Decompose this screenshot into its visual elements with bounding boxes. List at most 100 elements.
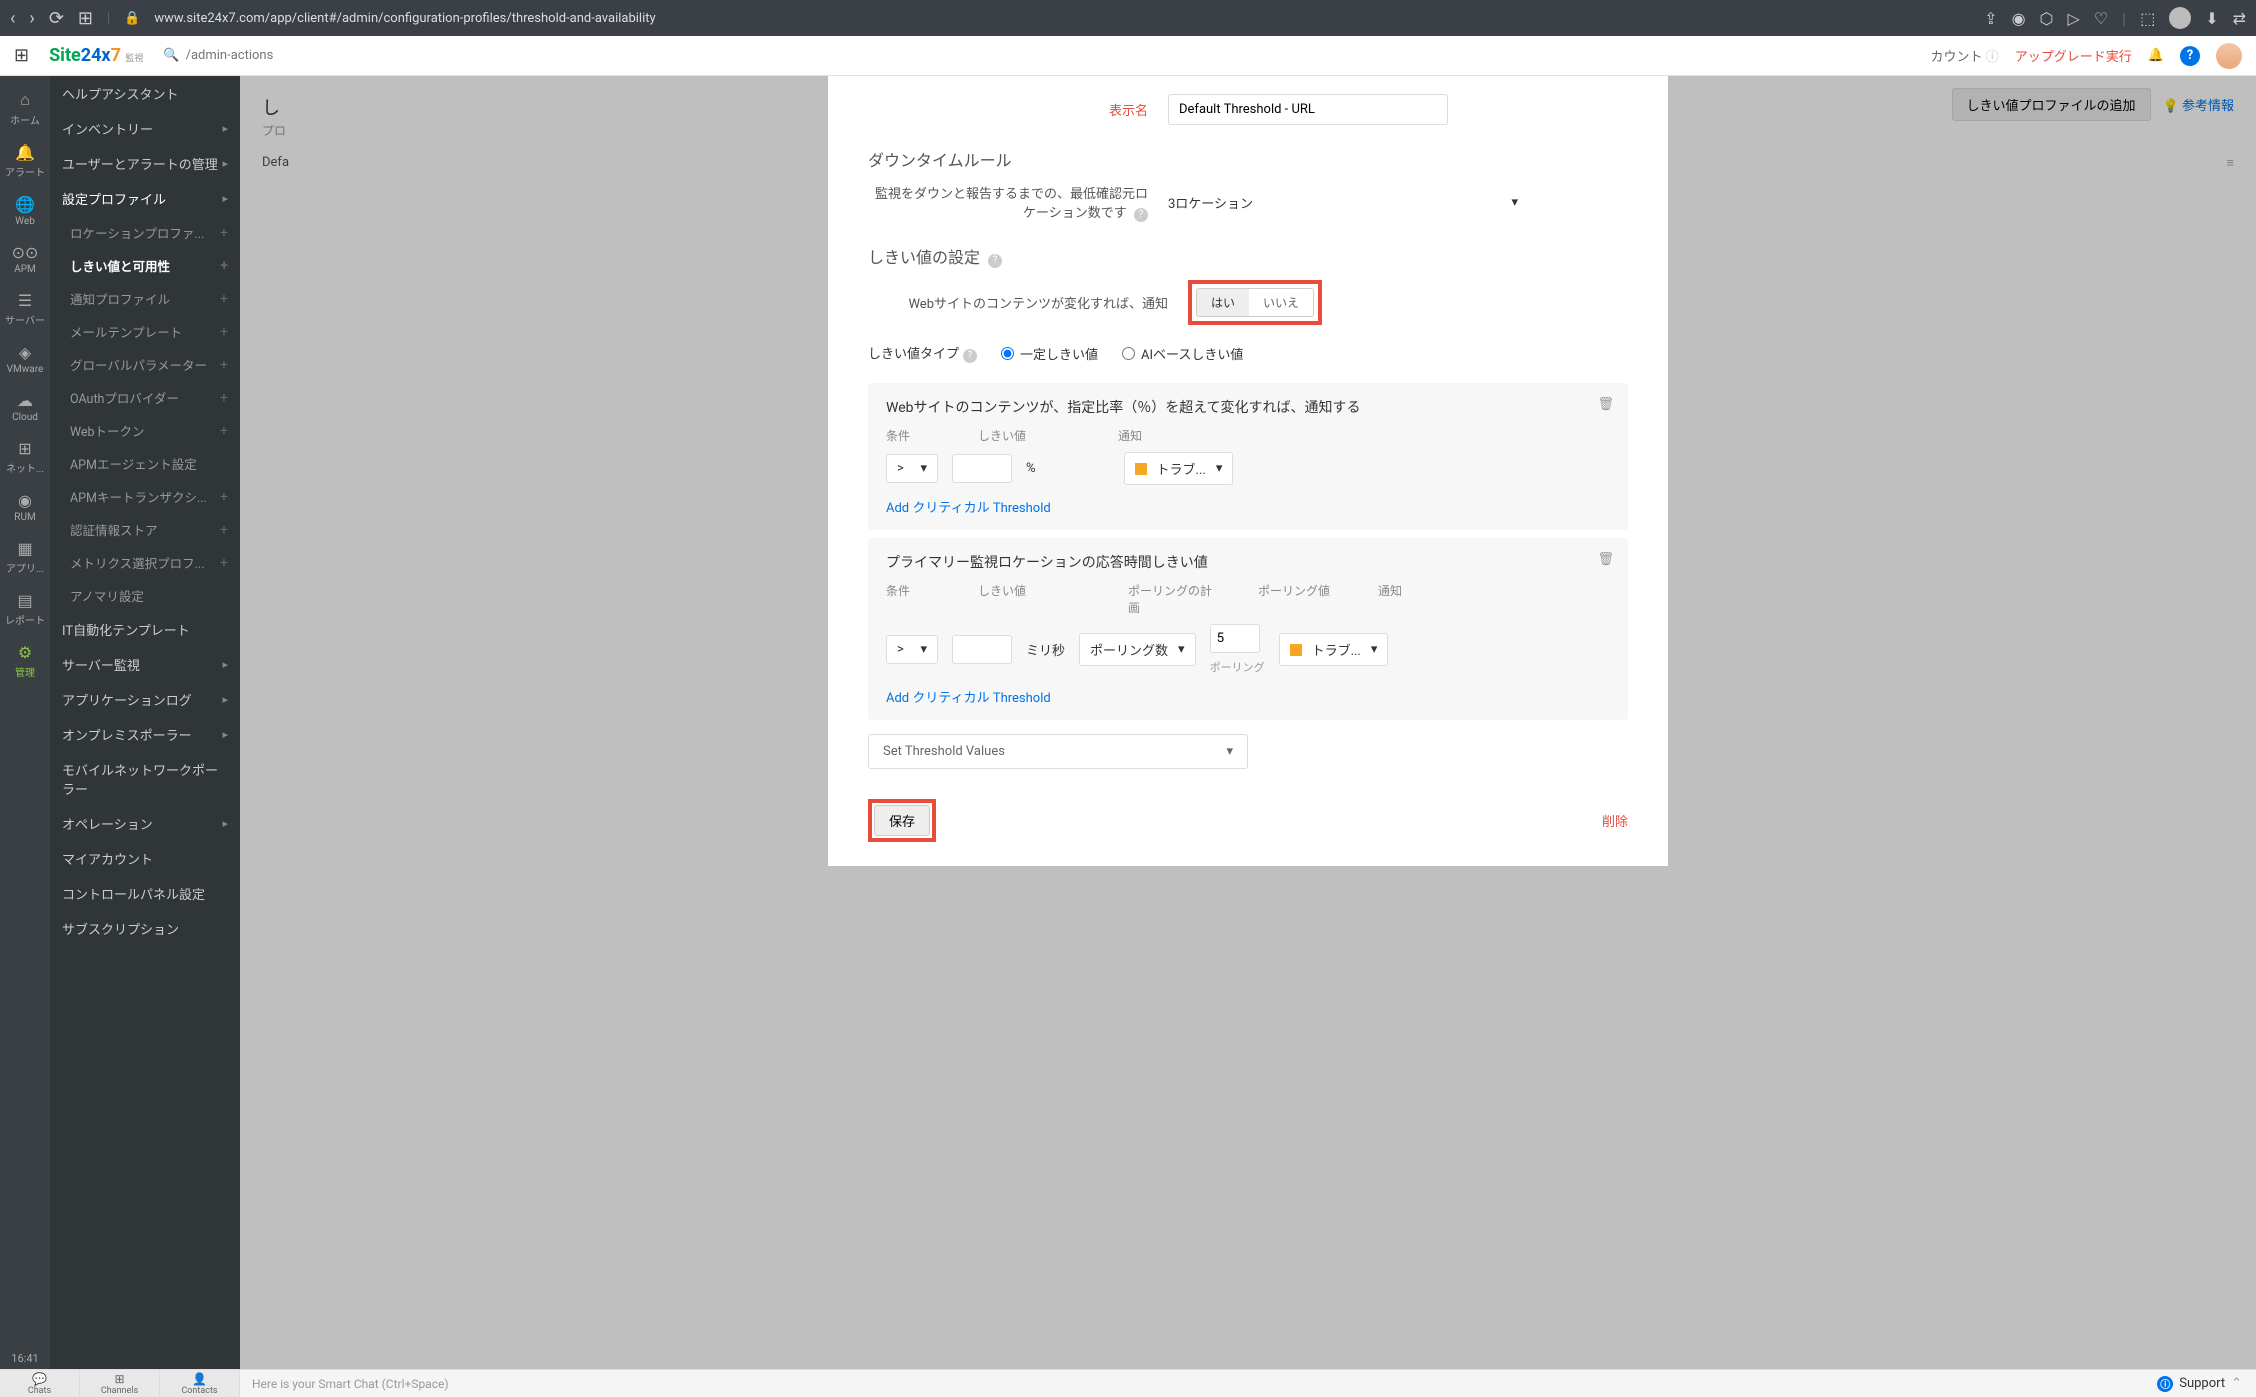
min-locations-select[interactable]: 3ロケーション▾ xyxy=(1168,193,1518,212)
download-icon[interactable]: ⬇ xyxy=(2205,9,2218,28)
threshold-value-input[interactable] xyxy=(952,454,1012,483)
threshold-value-input[interactable] xyxy=(952,635,1012,664)
radio-ai-input[interactable] xyxy=(1122,347,1135,360)
rail-item-Web[interactable]: 🌐Web xyxy=(0,189,50,233)
rail-item-ホーム[interactable]: ⌂ホーム xyxy=(0,84,50,133)
notification-icon[interactable]: 🔔 xyxy=(2148,48,2164,63)
sidebar-item[interactable]: IT自動化テンプレート xyxy=(50,612,240,647)
delete-link[interactable]: 削除 xyxy=(1602,811,1628,830)
account-label[interactable]: カウント ⓘ xyxy=(1931,46,1999,65)
app-menu-icon[interactable]: ⊞ xyxy=(14,45,29,66)
upgrade-link[interactable]: アップグレード実行 xyxy=(2015,46,2132,65)
sidebar-item[interactable]: ロケーションプロファ...+ xyxy=(50,216,240,249)
plus-icon[interactable]: + xyxy=(220,225,228,241)
smart-chat-hint[interactable]: Here is your Smart Chat (Ctrl+Space) xyxy=(240,1377,2143,1391)
poll-value-input[interactable] xyxy=(1210,624,1260,653)
sidebar-item[interactable]: サーバー監視▸ xyxy=(50,647,240,682)
browser-avatar[interactable] xyxy=(2169,7,2191,29)
radio-ai[interactable]: AIベースしきい値 xyxy=(1122,344,1243,363)
help-icon[interactable]: ? xyxy=(988,254,1002,268)
sidebar-item[interactable]: OAuthプロバイダー+ xyxy=(50,381,240,414)
rail-item-APM[interactable]: ⊙⊙APM xyxy=(0,237,50,281)
rail-item-レポート[interactable]: ▤レポート xyxy=(0,585,50,633)
help-icon[interactable]: ? xyxy=(963,349,977,363)
sidebar-item[interactable]: しきい値と可用性+ xyxy=(50,249,240,282)
sidebar-item[interactable]: マイアカウント xyxy=(50,841,240,876)
cube-icon[interactable]: ⬚ xyxy=(2140,9,2155,28)
poll-plan-select[interactable]: ポーリング数 ▾ xyxy=(1079,633,1196,666)
apps-icon[interactable]: ⊞ xyxy=(78,8,93,29)
sidebar-item[interactable]: 設定プロファイル▸ xyxy=(50,181,240,216)
notification-select[interactable]: トラブ... ▾ xyxy=(1124,452,1234,485)
shield-icon[interactable]: ⬡ xyxy=(2040,9,2054,28)
set-threshold-select[interactable]: Set Threshold Values▾ xyxy=(868,734,1248,769)
user-avatar[interactable] xyxy=(2216,43,2242,69)
add-critical-link[interactable]: Add クリティカル Threshold xyxy=(886,687,1051,706)
bottom-tab-Channels[interactable]: ⊞Channels xyxy=(80,1370,160,1397)
reload-button[interactable]: ⟳ xyxy=(49,8,64,29)
rail-item-アラート[interactable]: 🔔アラート xyxy=(0,137,50,185)
sidebar-item[interactable]: オンプレミスポーラー▸ xyxy=(50,717,240,752)
bottom-tab-Contacts[interactable]: 👤Contacts xyxy=(160,1370,240,1397)
sidebar-item[interactable]: ユーザーとアラートの管理▸ xyxy=(50,146,240,181)
bottom-tab-Chats[interactable]: 💬Chats xyxy=(0,1370,80,1397)
plus-icon[interactable]: + xyxy=(220,357,228,373)
rail-item-アプリ...[interactable]: ▦アプリ... xyxy=(0,533,50,581)
plus-icon[interactable]: + xyxy=(220,390,228,406)
rail-item-サーバー[interactable]: ☰サーバー xyxy=(0,285,50,333)
sidebar-item[interactable]: メトリクス選択プロフ...+ xyxy=(50,546,240,579)
sidebar-item[interactable]: アプリケーションログ▸ xyxy=(50,682,240,717)
sidebar-item[interactable]: モバイルネットワークポーラー xyxy=(50,752,240,806)
logo[interactable]: Site24x7 監視 xyxy=(49,45,143,66)
sidebar-item[interactable]: 通知プロファイル+ xyxy=(50,282,240,315)
sidebar-item[interactable]: APMエージェント設定 xyxy=(50,447,240,480)
condition-select[interactable]: > ▾ xyxy=(886,635,938,664)
play-icon[interactable]: ▷ xyxy=(2068,9,2080,28)
share-icon[interactable]: ⇪ xyxy=(1984,9,1997,28)
rail-item-管理[interactable]: ⚙管理 xyxy=(0,637,50,685)
sidebar-item[interactable]: 認証情報ストア+ xyxy=(50,513,240,546)
add-critical-link[interactable]: Add クリティカル Threshold xyxy=(886,497,1051,516)
plus-icon[interactable]: + xyxy=(220,324,228,340)
rail-item-RUM[interactable]: ◉RUM xyxy=(0,485,50,529)
rail-item-VMware[interactable]: ◈VMware xyxy=(0,337,50,381)
plus-icon[interactable]: + xyxy=(220,291,228,307)
plus-icon[interactable]: + xyxy=(220,489,228,505)
sidebar-item[interactable]: オペレーション▸ xyxy=(50,806,240,841)
plus-icon[interactable]: + xyxy=(220,522,228,538)
save-button[interactable]: 保存 xyxy=(874,805,930,836)
toggle-yes[interactable]: はい xyxy=(1197,289,1249,316)
sidebar-item[interactable]: ヘルプアシスタント xyxy=(50,76,240,111)
help-icon[interactable]: ? xyxy=(2180,46,2200,66)
toggle-no[interactable]: いいえ xyxy=(1249,289,1313,316)
plus-icon[interactable]: + xyxy=(220,258,228,274)
radio-fixed[interactable]: 一定しきい値 xyxy=(1001,344,1098,363)
url-bar[interactable]: www.site24x7.com/app/client#/admin/confi… xyxy=(154,11,1970,26)
radio-fixed-input[interactable] xyxy=(1001,347,1014,360)
plus-icon[interactable]: + xyxy=(220,555,228,571)
plus-icon[interactable]: + xyxy=(220,423,228,439)
help-icon[interactable]: ? xyxy=(1134,208,1148,222)
support-button[interactable]: ⓘ Support ⌃ xyxy=(2143,1376,2256,1392)
rail-item-ネット...[interactable]: ⊞ネット... xyxy=(0,433,50,481)
camera-icon[interactable]: ◉ xyxy=(2012,9,2026,28)
forward-button[interactable]: › xyxy=(29,8,34,29)
sidebar-item[interactable]: サブスクリプション xyxy=(50,911,240,946)
condition-select[interactable]: > ▾ xyxy=(886,454,938,483)
sidebar-item[interactable]: アノマリ設定 xyxy=(50,579,240,612)
sidebar-item[interactable]: APMキートランザクシ...+ xyxy=(50,480,240,513)
sidebar-item[interactable]: Webトークン+ xyxy=(50,414,240,447)
search-input[interactable] xyxy=(186,48,386,63)
sidebar-item[interactable]: グローバルパラメーター+ xyxy=(50,348,240,381)
settings-icon[interactable]: ⇄ xyxy=(2233,9,2246,28)
back-button[interactable]: ‹ xyxy=(10,8,15,29)
heart-icon[interactable]: ♡ xyxy=(2094,9,2108,28)
delete-icon[interactable]: 🗑 xyxy=(1597,552,1614,567)
rail-item-Cloud[interactable]: ☁Cloud xyxy=(0,385,50,429)
sidebar-item[interactable]: インベントリー▸ xyxy=(50,111,240,146)
sidebar-item[interactable]: コントロールパネル設定 xyxy=(50,876,240,911)
display-name-input[interactable] xyxy=(1168,94,1448,125)
sidebar-item[interactable]: メールテンプレート+ xyxy=(50,315,240,348)
notification-select[interactable]: トラブ... ▾ xyxy=(1279,633,1389,666)
delete-icon[interactable]: 🗑 xyxy=(1597,397,1614,412)
